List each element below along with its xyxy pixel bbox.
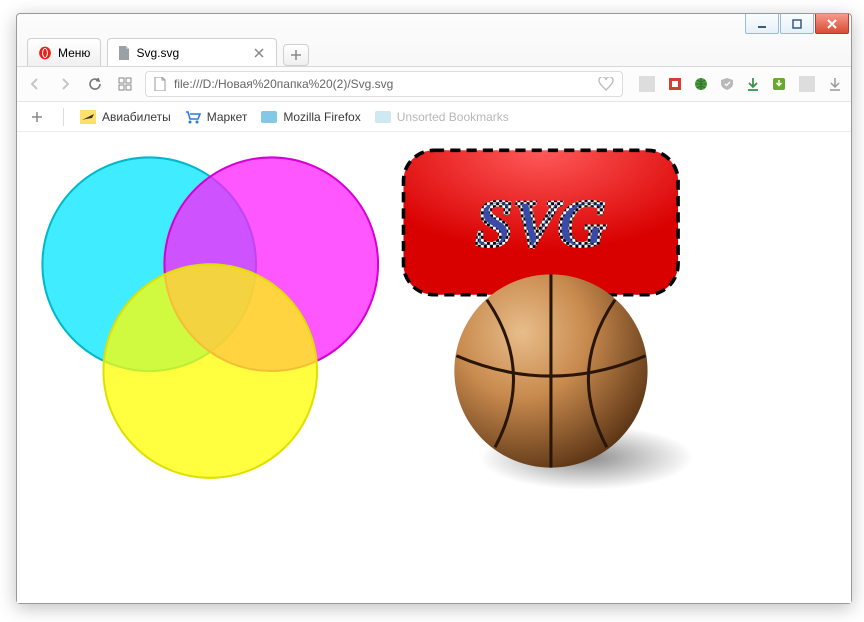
chevron-right-icon — [58, 77, 72, 91]
bookmark-label: Unsorted Bookmarks — [397, 110, 509, 124]
bookmark-label: Маркет — [207, 110, 248, 124]
bookmark-aviatickets[interactable]: Авиабилеты — [80, 110, 171, 124]
separator — [639, 76, 655, 92]
app-menu-label: Меню — [58, 46, 90, 60]
separator — [799, 76, 815, 92]
plus-icon — [290, 49, 302, 61]
separator — [63, 108, 64, 126]
opera-icon — [38, 46, 52, 60]
heart-icon[interactable] — [598, 77, 614, 91]
folder-icon — [261, 111, 277, 123]
ext-shield-icon[interactable] — [719, 76, 735, 92]
extension-icons — [633, 76, 843, 92]
bookmark-unsorted[interactable]: Unsorted Bookmarks — [375, 110, 509, 124]
tab-title: Svg.svg — [136, 46, 179, 60]
plane-icon — [80, 110, 96, 124]
bookmark-label: Авиабилеты — [102, 110, 171, 124]
chevron-left-icon — [28, 77, 42, 91]
downloads-button[interactable] — [827, 76, 843, 92]
reload-icon — [88, 77, 102, 91]
grid-icon — [118, 77, 132, 91]
venn-yellow — [103, 264, 317, 478]
ext-savefrom-icon[interactable] — [771, 76, 787, 92]
close-icon — [826, 18, 838, 30]
close-button[interactable] — [815, 14, 849, 34]
maximize-icon — [791, 18, 803, 30]
file-icon — [118, 46, 130, 60]
bookmark-mozilla[interactable]: Mozilla Firefox — [261, 110, 360, 124]
forward-button[interactable] — [55, 74, 75, 94]
bookmark-market[interactable]: Маркет — [185, 110, 248, 124]
svg-text: SVG — [476, 186, 607, 261]
new-tab-button[interactable] — [283, 44, 309, 66]
file-icon — [154, 77, 166, 91]
bookmarks-bar: Авиабилеты Маркет Mozilla Firefox Unsort… — [17, 102, 851, 132]
back-button[interactable] — [25, 74, 45, 94]
speed-dial-button[interactable] — [115, 74, 135, 94]
tab-active[interactable]: Svg.svg — [107, 38, 277, 66]
minimize-button[interactable] — [745, 14, 779, 34]
url-field[interactable] — [145, 71, 623, 97]
address-bar — [17, 66, 851, 102]
ext-adblock-icon[interactable] — [667, 76, 683, 92]
cart-icon — [185, 110, 201, 124]
reload-button[interactable] — [85, 74, 105, 94]
venn-diagram — [42, 157, 378, 477]
browser-window: Меню Svg.svg — [16, 13, 852, 604]
tab-bar: Меню Svg.svg — [17, 36, 851, 66]
folder-icon — [375, 111, 391, 123]
basketball — [454, 274, 647, 467]
maximize-button[interactable] — [780, 14, 814, 34]
minimize-icon — [756, 18, 768, 30]
bookmark-label: Mozilla Firefox — [283, 110, 360, 124]
svg-document: SVG — [17, 132, 851, 603]
url-input[interactable] — [174, 77, 590, 91]
page-content: SVG — [17, 132, 851, 603]
tab-close-button[interactable] — [252, 46, 266, 60]
app-menu-button[interactable]: Меню — [27, 38, 101, 66]
plus-icon — [31, 111, 43, 123]
ext-download-icon[interactable] — [745, 76, 761, 92]
ext-globe-icon[interactable] — [693, 76, 709, 92]
close-icon — [254, 48, 264, 58]
add-bookmark-button[interactable] — [27, 107, 47, 127]
